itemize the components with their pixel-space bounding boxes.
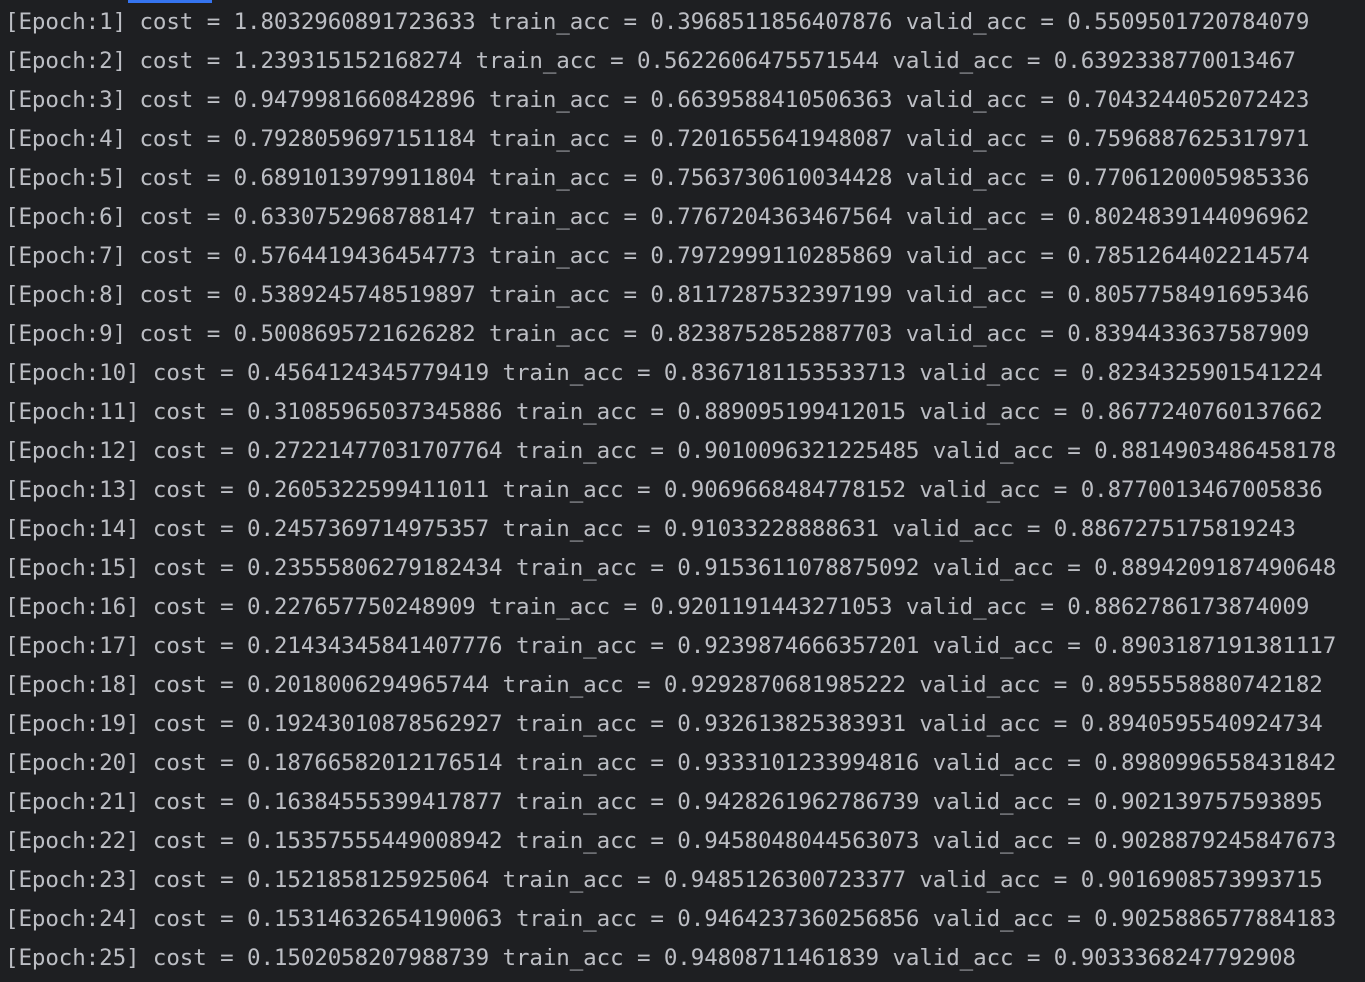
tab-indicator [128, 0, 212, 3]
log-line: [Epoch:21] cost = 0.16384555399417877 tr… [5, 789, 1323, 815]
log-line: [Epoch:18] cost = 0.2018006294965744 tra… [5, 672, 1323, 698]
log-line: [Epoch:22] cost = 0.15357555449008942 tr… [5, 828, 1337, 854]
log-line: [Epoch:25] cost = 0.1502058207988739 tra… [5, 945, 1296, 971]
log-line: [Epoch:15] cost = 0.23555806279182434 tr… [5, 555, 1337, 581]
log-line: [Epoch:7] cost = 0.5764419436454773 trai… [5, 243, 1310, 269]
console-output[interactable]: [Epoch:1] cost = 1.8032960891723633 trai… [0, 0, 1365, 982]
log-line: [Epoch:2] cost = 1.239315152168274 train… [5, 48, 1296, 74]
log-line: [Epoch:10] cost = 0.4564124345779419 tra… [5, 360, 1323, 386]
log-line: [Epoch:4] cost = 0.7928059697151184 trai… [5, 126, 1310, 152]
log-line: [Epoch:3] cost = 0.9479981660842896 trai… [5, 87, 1310, 113]
log-line: [Epoch:24] cost = 0.15314632654190063 tr… [5, 906, 1337, 932]
log-line: [Epoch:12] cost = 0.27221477031707764 tr… [5, 438, 1337, 464]
log-line: [Epoch:16] cost = 0.227657750248909 trai… [5, 594, 1310, 620]
log-line: [Epoch:17] cost = 0.21434345841407776 tr… [5, 633, 1337, 659]
log-line: [Epoch:19] cost = 0.19243010878562927 tr… [5, 711, 1323, 737]
log-line: [Epoch:11] cost = 0.31085965037345886 tr… [5, 399, 1323, 425]
log-line: [Epoch:20] cost = 0.18766582012176514 tr… [5, 750, 1337, 776]
log-line: [Epoch:5] cost = 0.6891013979911804 trai… [5, 165, 1310, 191]
log-line: [Epoch:8] cost = 0.5389245748519897 trai… [5, 282, 1310, 308]
log-line: [Epoch:23] cost = 0.1521858125925064 tra… [5, 867, 1323, 893]
log-line: [Epoch:6] cost = 0.6330752968788147 trai… [5, 204, 1310, 230]
log-line: [Epoch:9] cost = 0.5008695721626282 trai… [5, 321, 1310, 347]
log-line: [Epoch:1] cost = 1.8032960891723633 trai… [5, 9, 1310, 35]
log-line: [Epoch:14] cost = 0.2457369714975357 tra… [5, 516, 1296, 542]
log-line: [Epoch:13] cost = 0.2605322599411011 tra… [5, 477, 1323, 503]
